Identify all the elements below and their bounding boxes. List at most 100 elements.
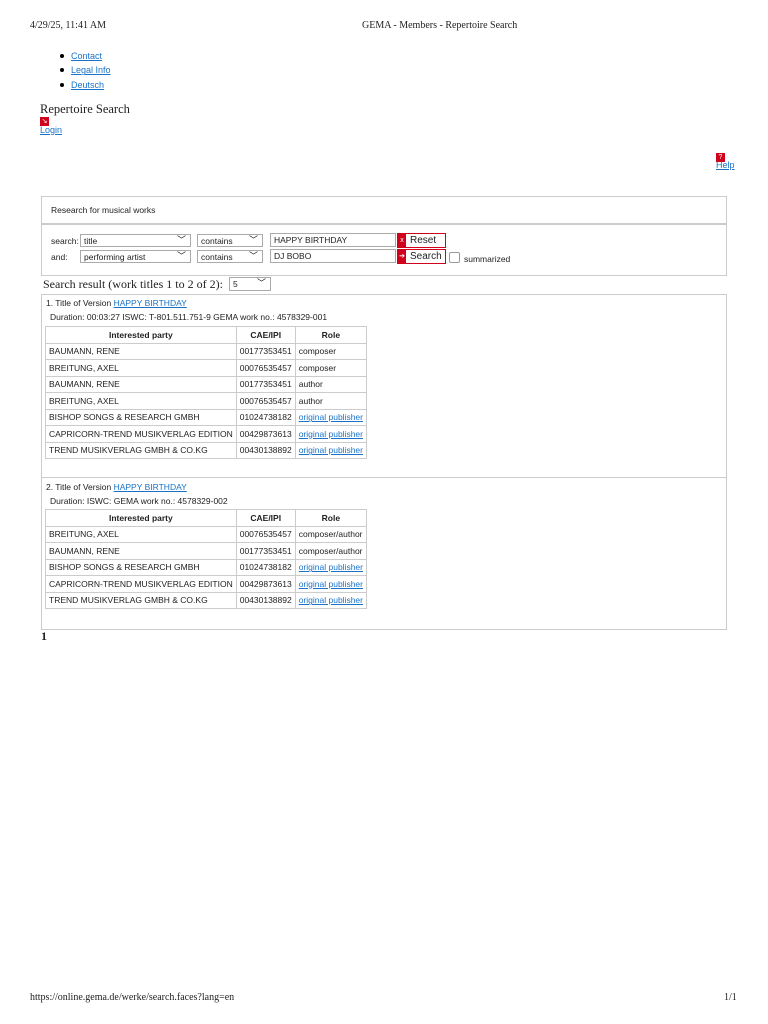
cae-ipi-cell: 00076535457 xyxy=(235,359,296,377)
table-row: CAPRICORN-TREND MUSIKVERLAG EDITION 00429… xyxy=(45,575,368,593)
role-cell: original publisher xyxy=(294,408,368,426)
role-cell: original publisher xyxy=(294,558,368,576)
cae-ipi-cell: 00429873613 xyxy=(235,425,296,443)
party-cell: BREITUNG, AXEL xyxy=(45,525,237,543)
and-value-input[interactable]: DJ BOBO xyxy=(270,249,396,263)
cell-text: BREITUNG, AXEL xyxy=(49,529,119,540)
select-value: 5 xyxy=(233,279,238,289)
role-link[interactable]: original publisher xyxy=(299,595,363,605)
footer-url: https://online.gema.de/werke/search.face… xyxy=(30,992,235,1003)
party-cell: CAPRICORN-TREND MUSIKVERLAG EDITION xyxy=(45,575,237,593)
result-1-title-link[interactable]: HAPPY BIRTHDAY xyxy=(114,298,187,308)
search-value-input[interactable]: HAPPY BIRTHDAY xyxy=(270,233,396,247)
cell-text: composer/author xyxy=(298,545,363,556)
role-link[interactable]: original publisher xyxy=(299,445,363,455)
column-header: Interested party xyxy=(45,509,237,527)
cell-text: 01024738182 xyxy=(239,412,292,423)
cell-text: BISHOP SONGS & RESEARCH GMBH xyxy=(49,562,200,573)
table-row: TREND MUSIKVERLAG GMBH & CO.KG 0043013889… xyxy=(45,591,368,609)
role-cell: original publisher xyxy=(294,575,368,593)
close-icon: x xyxy=(398,234,406,247)
result-2-title-link[interactable]: HAPPY BIRTHDAY xyxy=(114,482,187,492)
cae-ipi-cell: 00177353451 xyxy=(235,342,296,360)
party-cell: BISHOP SONGS & RESEARCH GMBH xyxy=(45,408,237,426)
result-1-title-line: 1. Title of Version HAPPY BIRTHDAY xyxy=(46,298,187,308)
cell-text: composer/author xyxy=(298,529,363,540)
party-cell: BREITUNG, AXEL xyxy=(45,359,237,377)
cae-ipi-cell: 00177353451 xyxy=(235,542,296,560)
result-summary: Search result (work titles 1 to 2 of 2): xyxy=(43,277,223,291)
cell-text: 00177353451 xyxy=(239,346,292,357)
table-row: BREITUNG, AXEL 00076535457 composer xyxy=(45,359,368,377)
nav-deutsch[interactable]: Deutsch xyxy=(71,80,104,90)
cell-text: 00076535457 xyxy=(239,362,292,373)
cell-text: 00076535457 xyxy=(239,395,292,406)
role-link[interactable]: original publisher xyxy=(299,562,363,572)
column-header: Role xyxy=(294,326,368,344)
cae-ipi-cell: 01024738182 xyxy=(235,408,296,426)
party-cell: BAUMANN, RENE xyxy=(45,542,237,560)
role-link[interactable]: original publisher xyxy=(299,579,363,589)
column-header: CAE/IPI xyxy=(235,509,296,527)
party-cell: BAUMANN, RENE xyxy=(45,375,237,393)
and-operator-select[interactable]: contains ﹀ xyxy=(197,250,263,263)
cell-text: composer xyxy=(298,346,337,357)
reset-button[interactable]: x Reset xyxy=(397,233,446,248)
cell-text: BREITUNG, AXEL xyxy=(49,362,119,373)
chevron-down-icon: ﹀ xyxy=(176,235,186,245)
role-cell: original publisher xyxy=(294,441,368,459)
search-field-select[interactable]: title ﹀ xyxy=(80,234,191,247)
cell-text: author xyxy=(298,379,323,390)
cell-text: BAUMANN, RENE xyxy=(49,545,120,556)
role-link[interactable]: original publisher xyxy=(299,412,363,422)
party-cell: TREND MUSIKVERLAG GMBH & CO.KG xyxy=(45,591,237,609)
table-row: TREND MUSIKVERLAG GMBH & CO.KG 0043013889… xyxy=(45,441,368,459)
and-field-select[interactable]: performing artist ﹀ xyxy=(80,250,191,263)
cae-ipi-cell: 00076535457 xyxy=(235,525,296,543)
print-title: GEMA - Members - Repertoire Search xyxy=(362,20,518,31)
cell-text: author xyxy=(298,395,323,406)
select-value: contains xyxy=(201,236,233,246)
page-size-select[interactable]: 5 ﹀ xyxy=(229,277,271,291)
pagination-current[interactable]: 1 xyxy=(41,629,47,644)
cell-text: 01024738182 xyxy=(239,562,292,573)
role-cell: composer/author xyxy=(294,542,368,560)
print-datetime: 4/29/25, 11:41 AM xyxy=(30,20,107,31)
chevron-down-icon: ﹀ xyxy=(248,251,258,261)
select-value: performing artist xyxy=(84,252,146,262)
search-heading-box: Research for musical works xyxy=(41,196,727,224)
table-row: CAPRICORN-TREND MUSIKVERLAG EDITION 00429… xyxy=(45,425,368,443)
table-row: BAUMANN, RENE 00177353451 author xyxy=(45,375,368,393)
nav-contact[interactable]: Contact xyxy=(71,51,102,61)
role-cell: author xyxy=(294,375,368,393)
cell-text: TREND MUSIKVERLAG GMBH & CO.KG xyxy=(49,445,208,456)
cell-text: 00429873613 xyxy=(239,428,292,439)
nav-legal-info[interactable]: Legal Info xyxy=(71,65,111,75)
search-operator-select[interactable]: contains ﹀ xyxy=(197,234,263,247)
table-row: BISHOP SONGS & RESEARCH GMBH 01024738182 o… xyxy=(45,408,368,426)
column-header: Role xyxy=(294,509,368,527)
cell-text: 00430138892 xyxy=(239,595,292,606)
cell-text: 00076535457 xyxy=(239,529,292,540)
help-link[interactable]: Help xyxy=(716,160,735,170)
party-cell: BISHOP SONGS & RESEARCH GMBH xyxy=(45,558,237,576)
column-header: Interested party xyxy=(45,326,237,344)
cell-text: TREND MUSIKVERLAG GMBH & CO.KG xyxy=(49,595,208,606)
login-link[interactable]: Login xyxy=(40,125,62,135)
arrow-right-icon: ➔ xyxy=(398,250,406,263)
cae-ipi-cell: 00430138892 xyxy=(235,441,296,459)
cell-text: CAPRICORN-TREND MUSIKVERLAG EDITION xyxy=(49,428,233,439)
cae-ipi-cell: 00429873613 xyxy=(235,575,296,593)
summarized-checkbox[interactable] xyxy=(449,252,460,263)
cae-ipi-cell: 01024738182 xyxy=(235,558,296,576)
role-link[interactable]: original publisher xyxy=(299,429,363,439)
role-cell: original publisher xyxy=(294,425,368,443)
top-nav: Contact Legal Info Deutsch xyxy=(60,49,111,92)
cell-text: composer xyxy=(298,362,337,373)
cell-text: 00177353451 xyxy=(239,379,292,390)
cell-text: BREITUNG, AXEL xyxy=(49,395,119,406)
table-row: BAUMANN, RENE 00177353451 composer xyxy=(45,342,368,360)
table-row: BAUMANN, RENE 00177353451 composer/author xyxy=(45,542,368,560)
table-row: BREITUNG, AXEL 00076535457 author xyxy=(45,392,368,410)
search-button[interactable]: ➔ Search xyxy=(397,249,446,264)
